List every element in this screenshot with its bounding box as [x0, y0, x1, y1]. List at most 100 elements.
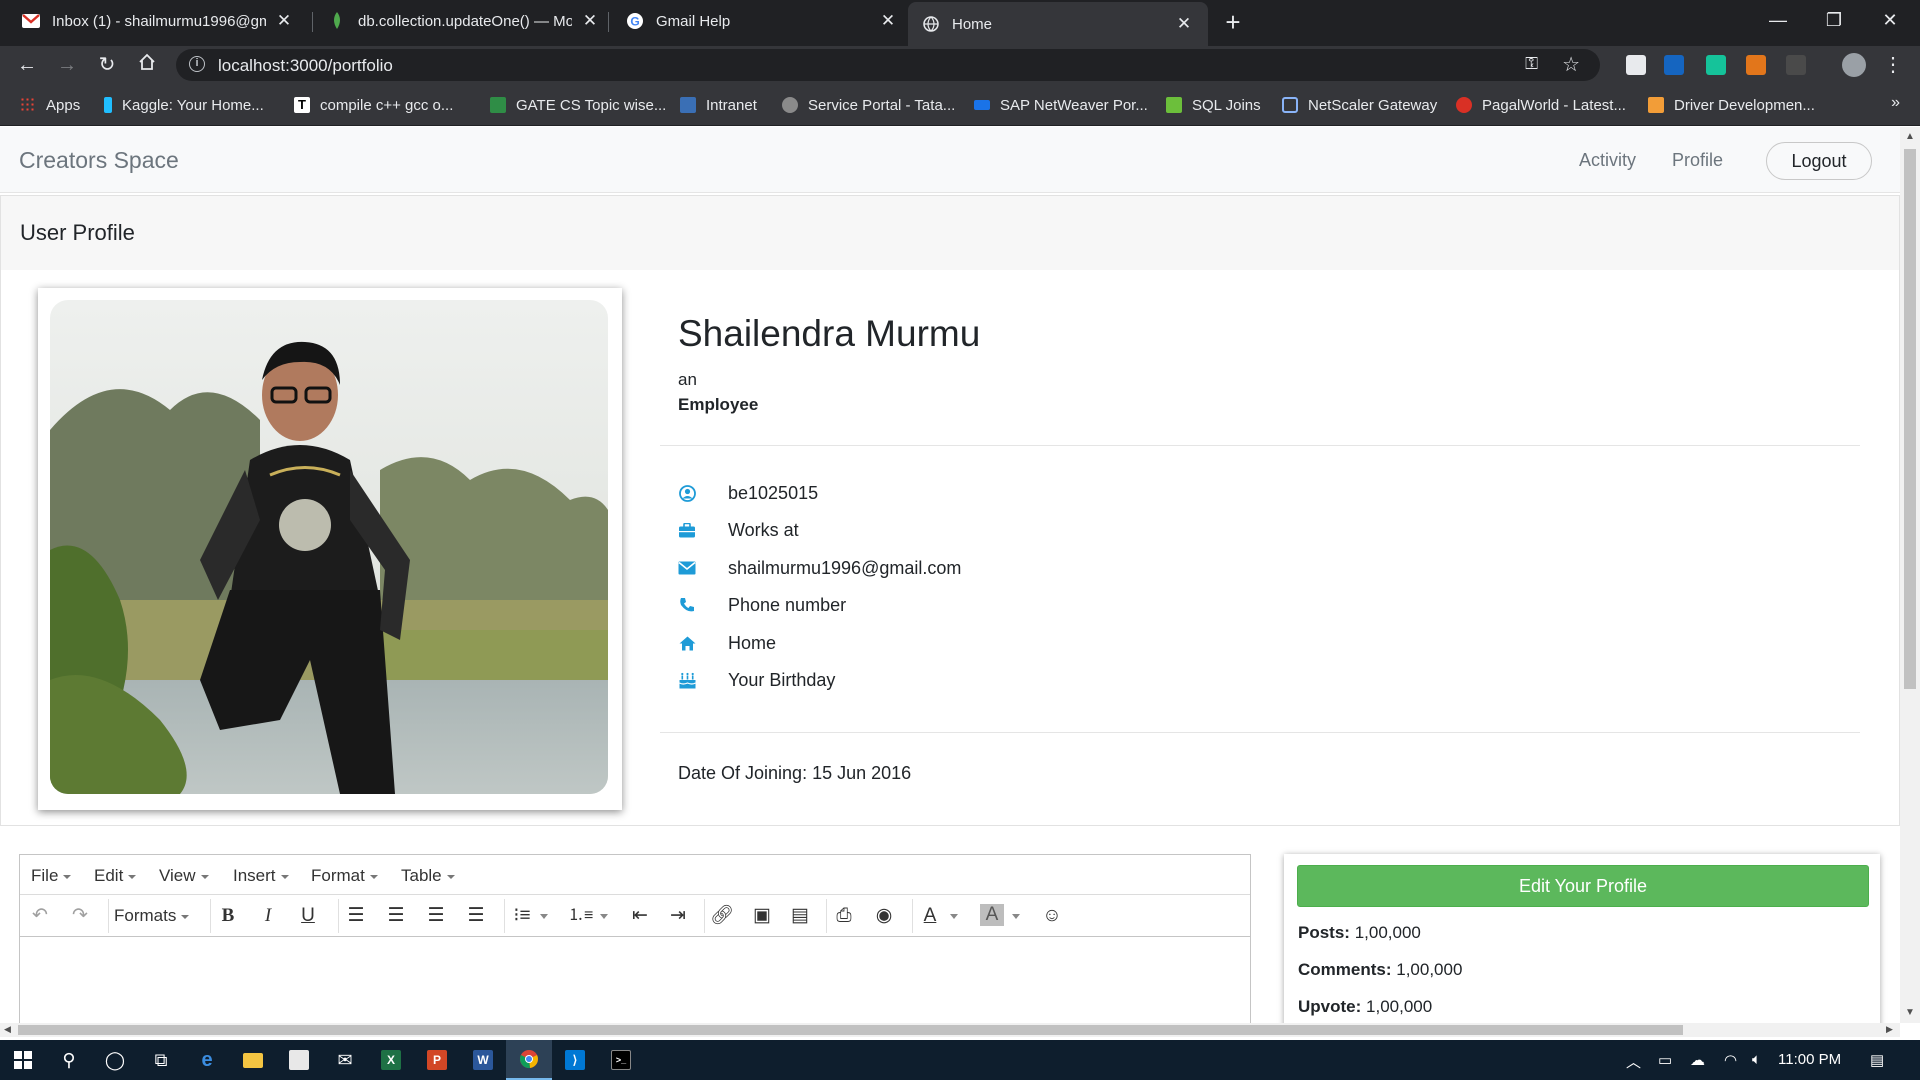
reload-button[interactable]: ↻ — [94, 52, 120, 78]
caret-down-icon[interactable] — [540, 914, 548, 919]
bookmark-compile-cpp[interactable]: T compile c++ gcc o... — [294, 94, 453, 116]
url-text[interactable]: localhost:3000/portfolio — [218, 56, 393, 76]
chevron-up-icon[interactable]: ︿ — [1626, 1051, 1641, 1072]
bookmark-netscaler[interactable]: NetScaler Gateway — [1282, 94, 1437, 116]
bookmark-pagalworld[interactable]: PagalWorld - Latest... — [1456, 94, 1626, 116]
home-button[interactable] — [134, 52, 160, 78]
numbered-list-icon[interactable]: ⒈≡ — [568, 904, 593, 928]
browser-tab-home[interactable]: Home ✕ — [908, 2, 1208, 46]
notifications-icon[interactable]: ▤ — [1870, 1051, 1884, 1069]
battery-icon[interactable]: ▭ — [1658, 1051, 1672, 1069]
extension-icon[interactable] — [1786, 55, 1806, 75]
underline-icon[interactable]: U — [296, 904, 320, 928]
caret-down-icon[interactable] — [1012, 914, 1020, 919]
image-icon[interactable]: ▣ — [750, 904, 774, 928]
menu-edit[interactable]: Edit — [94, 866, 137, 886]
nav-link-profile[interactable]: Profile — [1672, 150, 1723, 171]
media-file-icon[interactable]: ▤ — [788, 904, 812, 928]
qr-extension-icon[interactable] — [1626, 55, 1646, 75]
task-view-icon[interactable]: ⧉ — [138, 1040, 184, 1080]
restore-button[interactable]: ❐ — [1806, 0, 1862, 40]
align-justify-icon[interactable]: ☰ — [464, 904, 488, 928]
bookmark-star-icon[interactable]: ☆ — [1562, 52, 1580, 77]
browser-tab-inbox[interactable]: Inbox (1) - shailmurmu1996@gm ✕ — [8, 0, 308, 42]
bold-icon[interactable]: B — [216, 904, 240, 928]
address-bar[interactable]: i localhost:3000/portfolio ⚿ ☆ — [176, 49, 1600, 81]
close-icon[interactable]: ✕ — [580, 11, 600, 31]
scrollbar-thumb[interactable] — [18, 1025, 1683, 1035]
background-color-icon[interactable]: A — [980, 904, 1004, 926]
terminal-icon[interactable]: >_ — [598, 1040, 644, 1080]
kebab-menu-icon[interactable]: ⋮ — [1880, 52, 1906, 78]
mail-icon[interactable]: ✉ — [322, 1040, 368, 1080]
caret-down-icon[interactable] — [950, 914, 958, 919]
edge-icon[interactable]: e — [184, 1040, 230, 1080]
excel-icon[interactable]: X — [368, 1040, 414, 1080]
bookmark-service-portal[interactable]: Service Portal - Tata... — [782, 94, 955, 116]
bookmark-intranet[interactable]: Intranet — [680, 94, 757, 116]
onedrive-cloud-icon[interactable]: ☁ — [1690, 1051, 1705, 1069]
minimize-button[interactable]: — — [1750, 0, 1806, 40]
bookmark-sap-netweaver[interactable]: SAP NetWeaver Por... — [974, 94, 1148, 116]
search-icon[interactable]: ⚲ — [46, 1040, 92, 1080]
menu-view[interactable]: View — [159, 866, 209, 886]
windows-start-icon[interactable] — [0, 1040, 46, 1080]
bullet-list-icon[interactable]: ⁝≡ — [510, 904, 534, 928]
formats-dropdown[interactable]: Formats — [114, 904, 190, 928]
emoticon-icon[interactable]: ☺ — [1040, 904, 1064, 928]
file-explorer-icon[interactable] — [230, 1040, 276, 1080]
scroll-up-arrow-icon[interactable]: ▲ — [1905, 131, 1915, 142]
brand-link[interactable]: Creators Space — [19, 147, 179, 174]
back-button[interactable]: ← — [14, 52, 40, 78]
italic-icon[interactable]: I — [256, 904, 280, 928]
close-icon[interactable]: ✕ — [1174, 14, 1194, 34]
bookmark-apps[interactable]: Apps — [20, 94, 80, 116]
forward-button[interactable]: → — [54, 52, 80, 78]
chevron-right-double-icon[interactable]: » — [1891, 94, 1900, 112]
text-color-icon[interactable]: A — [918, 904, 942, 928]
close-icon[interactable]: ✕ — [274, 11, 294, 31]
align-left-icon[interactable]: ☰ — [344, 904, 368, 928]
info-icon[interactable]: i — [189, 56, 205, 72]
horizontal-scrollbar[interactable]: ◀ ▶ — [0, 1023, 1900, 1037]
menu-table[interactable]: Table — [401, 866, 455, 886]
undo-icon[interactable]: ↶ — [28, 904, 52, 928]
nav-link-activity[interactable]: Activity — [1579, 150, 1636, 171]
close-icon[interactable]: ✕ — [878, 11, 898, 31]
link-icon[interactable]: 🔗︎ — [710, 904, 734, 928]
scroll-right-arrow-icon[interactable]: ▶ — [1886, 1024, 1893, 1035]
browser-tab-mongodb[interactable]: db.collection.updateOne() — Mo ✕ — [314, 0, 614, 42]
menu-format[interactable]: Format — [311, 866, 378, 886]
wifi-icon[interactable]: ◠ — [1724, 1051, 1737, 1069]
editor-content-area[interactable] — [20, 938, 1250, 1023]
key-icon[interactable]: ⚿ — [1525, 54, 1538, 74]
grammarly-extension-icon[interactable] — [1706, 55, 1726, 75]
close-window-button[interactable]: ✕ — [1862, 0, 1918, 40]
bookmark-sql-joins[interactable]: SQL Joins — [1166, 94, 1261, 116]
volume-icon[interactable]: 🔈︎ — [1752, 1051, 1761, 1068]
menu-insert[interactable]: Insert — [233, 866, 289, 886]
indent-icon[interactable]: ⇥ — [666, 904, 690, 928]
menu-file[interactable]: File — [31, 866, 72, 886]
edit-profile-button[interactable]: Edit Your Profile — [1297, 865, 1869, 907]
preview-eye-icon[interactable]: ◉ — [872, 904, 896, 928]
caret-down-icon[interactable] — [600, 914, 608, 919]
powerpoint-icon[interactable]: P — [414, 1040, 460, 1080]
scroll-down-arrow-icon[interactable]: ▼ — [1905, 1007, 1915, 1018]
word-icon[interactable]: W — [460, 1040, 506, 1080]
cortana-icon[interactable]: ◯ — [92, 1040, 138, 1080]
metamask-extension-icon[interactable] — [1746, 55, 1766, 75]
new-tab-button[interactable]: + — [1218, 8, 1248, 38]
store-icon[interactable] — [276, 1040, 322, 1080]
bookmark-kaggle[interactable]: Kaggle: Your Home... — [104, 94, 264, 116]
profile-avatar-icon[interactable] — [1842, 53, 1866, 77]
chrome-icon[interactable] — [506, 1040, 552, 1080]
bookmark-driver-development[interactable]: Driver Developmen... — [1648, 94, 1815, 116]
scrollbar-thumb[interactable] — [1904, 149, 1916, 689]
logout-button[interactable]: Logout — [1766, 142, 1872, 180]
redo-icon[interactable]: ↷ — [68, 904, 92, 928]
browser-tab-gmail-help[interactable]: G Gmail Help ✕ — [612, 0, 912, 42]
print-icon[interactable]: ⎙ — [832, 904, 856, 928]
w-extension-icon[interactable] — [1664, 55, 1684, 75]
scroll-left-arrow-icon[interactable]: ◀ — [4, 1024, 11, 1035]
